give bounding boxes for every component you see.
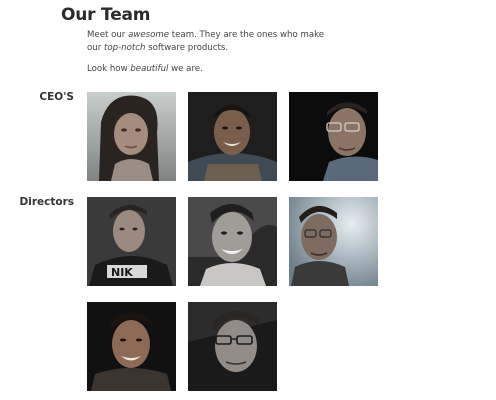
intro-emphasis-awesome: awesome bbox=[128, 30, 170, 40]
ceo-photo-3 bbox=[289, 92, 378, 181]
intro-paragraph-2: Look how beautiful we are. bbox=[87, 63, 337, 76]
intro-emphasis-beautiful: beautiful bbox=[130, 64, 169, 74]
portrait-image bbox=[289, 197, 378, 286]
portrait-image bbox=[289, 92, 378, 181]
team-intro: Meet our awesome team. They are the ones… bbox=[87, 29, 337, 84]
director-photo-5 bbox=[188, 302, 277, 391]
section-label-directors: Directors bbox=[19, 196, 75, 208]
portrait-image bbox=[188, 92, 277, 181]
intro-paragraph-1: Meet our awesome team. They are the ones… bbox=[87, 29, 337, 55]
portrait-image bbox=[87, 92, 176, 181]
page-title: Our Team bbox=[61, 5, 151, 25]
section-label-ceos: CEO'S bbox=[39, 91, 74, 103]
portrait-image bbox=[188, 302, 277, 391]
portrait-image bbox=[87, 302, 176, 391]
intro-text: we are. bbox=[168, 64, 203, 74]
ceo-photo-2 bbox=[188, 92, 277, 181]
ceo-photo-1 bbox=[87, 92, 176, 181]
intro-emphasis-top-notch: top-notch bbox=[103, 43, 146, 53]
intro-text: software products. bbox=[145, 43, 229, 53]
portrait-image: NIK bbox=[87, 197, 176, 286]
intro-text: Meet our bbox=[87, 30, 129, 40]
director-photo-4 bbox=[87, 302, 176, 391]
intro-text: Look how bbox=[87, 64, 131, 74]
director-photo-2 bbox=[188, 197, 277, 286]
director-photo-1: NIK bbox=[87, 197, 176, 286]
director-photo-3 bbox=[289, 197, 378, 286]
svg-text:NIK: NIK bbox=[111, 266, 133, 279]
portrait-image bbox=[188, 197, 277, 286]
